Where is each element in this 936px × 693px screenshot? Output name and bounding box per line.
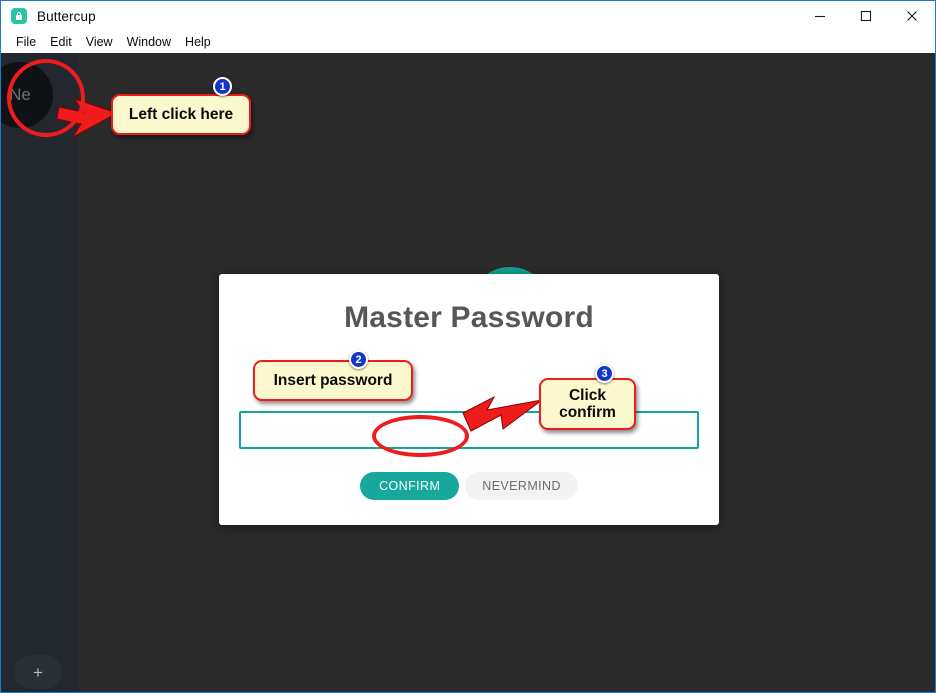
- master-password-dialog: Master Password CONFIRM NEVERMIND: [219, 274, 719, 525]
- buttercup-lock-icon: [11, 8, 27, 24]
- plus-icon: +: [33, 662, 43, 682]
- app-window: Buttercup File Edit View Window Help Ne: [0, 0, 936, 693]
- confirm-button[interactable]: CONFIRM: [360, 472, 460, 500]
- dialog-title: Master Password: [344, 301, 594, 334]
- window-controls: [797, 1, 935, 31]
- close-icon[interactable]: [889, 1, 935, 31]
- master-password-input[interactable]: [239, 411, 699, 449]
- main-content-area: Master Password CONFIRM NEVERMIND: [78, 53, 935, 692]
- window-title: Buttercup: [37, 8, 96, 24]
- vault-avatar[interactable]: Ne: [1, 62, 53, 128]
- nevermind-button[interactable]: NEVERMIND: [465, 472, 578, 500]
- menu-bar: File Edit View Window Help: [1, 31, 935, 53]
- menu-item-view[interactable]: View: [79, 33, 120, 51]
- vault-avatar-label: Ne: [9, 85, 31, 104]
- add-vault-button[interactable]: +: [14, 655, 62, 689]
- app-body: Ne + Master Password CONFIRM NEVERMIND: [1, 53, 935, 692]
- minimize-icon[interactable]: [797, 1, 843, 31]
- dialog-actions: CONFIRM NEVERMIND: [219, 472, 719, 500]
- title-bar: Buttercup: [1, 1, 935, 31]
- maximize-icon[interactable]: [843, 1, 889, 31]
- menu-item-window[interactable]: Window: [120, 33, 178, 51]
- menu-item-help[interactable]: Help: [178, 33, 218, 51]
- menu-item-file[interactable]: File: [9, 33, 43, 51]
- menu-item-edit[interactable]: Edit: [43, 33, 79, 51]
- vault-sidebar: Ne +: [1, 53, 78, 692]
